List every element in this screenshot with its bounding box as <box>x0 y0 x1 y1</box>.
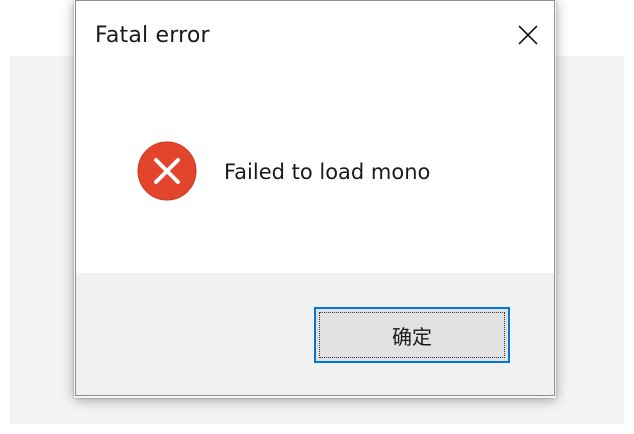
error-message: Failed to load mono <box>224 160 431 184</box>
dialog-footer: 确定 <box>76 273 554 395</box>
ok-button[interactable]: 确定 <box>314 307 510 363</box>
close-button[interactable] <box>508 15 548 55</box>
close-icon <box>518 25 538 45</box>
dialog-content: Failed to load mono <box>76 75 554 273</box>
desktop-background: Fatal error Failed to load mono 确定 <box>0 0 634 434</box>
error-icon <box>137 141 197 201</box>
ok-button-label: 确定 <box>392 324 432 349</box>
title-bar[interactable]: Fatal error <box>76 1 554 75</box>
error-dialog: Fatal error Failed to load mono 确定 <box>75 0 555 396</box>
dialog-title: Fatal error <box>95 23 210 48</box>
